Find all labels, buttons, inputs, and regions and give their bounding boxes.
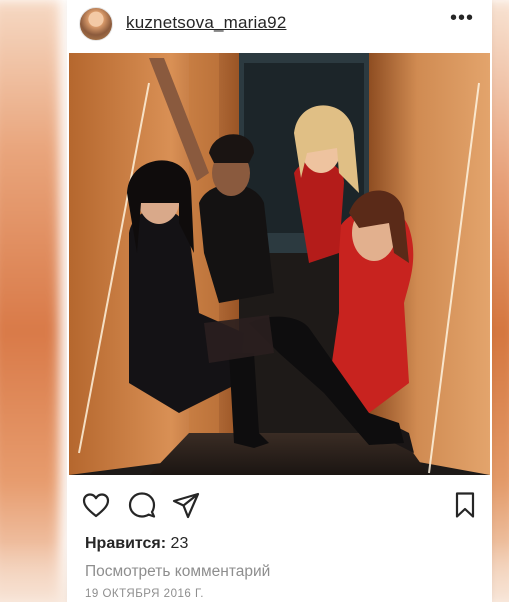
photo-illustration <box>69 53 490 475</box>
share-icon[interactable] <box>171 490 201 520</box>
view-comments-link[interactable]: Посмотреть комментарий <box>85 563 270 581</box>
post-date: 19 ОКТЯБРЯ 2016 Г. <box>85 588 204 600</box>
blurred-background-left <box>0 0 60 602</box>
avatar[interactable] <box>79 7 113 41</box>
bookmark-icon[interactable] <box>450 490 480 520</box>
likes-number: 23 <box>170 535 189 552</box>
post-header: kuznetsova_maria92 ••• <box>67 0 492 48</box>
username-link[interactable]: kuznetsova_maria92 <box>126 13 286 33</box>
post-actions-bar <box>67 490 492 520</box>
likes-label: Нравится: <box>85 535 167 552</box>
post-photo[interactable] <box>69 53 490 475</box>
comment-icon[interactable] <box>127 490 157 520</box>
likes-count[interactable]: Нравится: 23 <box>85 535 188 553</box>
instagram-post-card: kuznetsova_maria92 ••• Нравится: 23 Посм… <box>67 0 492 602</box>
more-horizontal-icon[interactable]: ••• <box>450 8 474 28</box>
heart-icon[interactable] <box>81 490 111 520</box>
